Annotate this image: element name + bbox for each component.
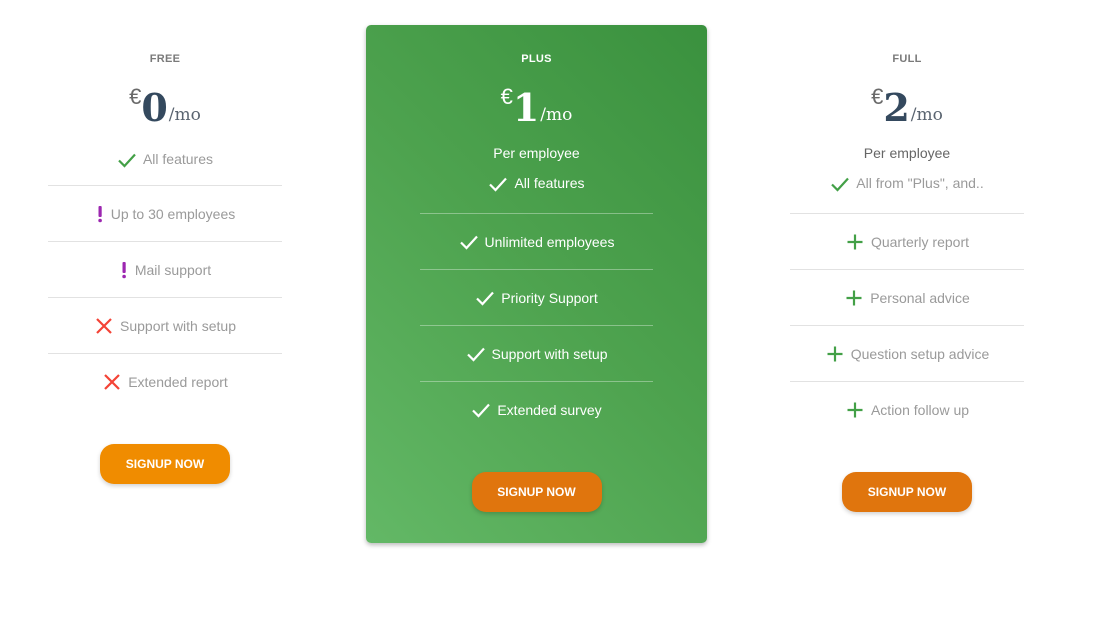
price-amount: 2 bbox=[883, 85, 910, 130]
plan-card-free: FREE € 0 /mo All features Up to 30 emplo… bbox=[48, 25, 282, 484]
feature-label: Extended report bbox=[128, 374, 228, 390]
feature-label: Mail support bbox=[134, 261, 212, 278]
currency-symbol: € bbox=[129, 84, 142, 109]
feature-item: Priority Support bbox=[420, 270, 653, 326]
check-icon bbox=[466, 345, 486, 363]
check-icon bbox=[459, 233, 479, 251]
price-period: /mo bbox=[540, 105, 573, 125]
feature-item: Action follow up bbox=[790, 382, 1024, 438]
plan-price: € 0 /mo bbox=[48, 82, 282, 130]
feature-item: Extended survey bbox=[420, 382, 653, 438]
signup-button-free[interactable]: SIGNUP NOW bbox=[100, 444, 230, 484]
feature-item: Up to 30 employees bbox=[48, 186, 282, 242]
signup-button-plus[interactable]: SIGNUP NOW bbox=[471, 472, 602, 512]
plus-icon bbox=[845, 401, 865, 419]
plan-name: FREE bbox=[149, 53, 181, 65]
feature-item: Quarterly report bbox=[790, 214, 1024, 270]
price-amount: 0 bbox=[141, 85, 168, 130]
feature-label: Up to 30 employees bbox=[110, 205, 236, 222]
feature-label: Personal advice bbox=[870, 289, 970, 306]
plus-icon bbox=[825, 345, 845, 363]
plan-card-plus: PLUS € 1 /mo Per employee All features U… bbox=[366, 25, 707, 543]
feature-item: Extended report bbox=[48, 354, 282, 410]
feature-label: Action follow up bbox=[870, 402, 970, 418]
check-icon bbox=[830, 175, 850, 193]
feature-item: Question setup advice bbox=[790, 326, 1024, 382]
feature-label: Question setup advice bbox=[850, 345, 990, 362]
feature-label: Quarterly report bbox=[870, 233, 970, 250]
feature-item: Mail support bbox=[48, 242, 282, 298]
plan-name: PLUS bbox=[521, 53, 552, 65]
feature-item: Personal advice bbox=[790, 270, 1024, 326]
feature-label: Support with setup bbox=[120, 317, 236, 334]
feature-label: Unlimited employees bbox=[484, 233, 615, 250]
feature-list: All features Unlimited employees Priorit… bbox=[420, 172, 653, 438]
feature-label: Extended survey bbox=[497, 402, 602, 418]
check-icon bbox=[117, 151, 137, 169]
feature-label: All features bbox=[514, 175, 585, 191]
currency-symbol: € bbox=[500, 84, 513, 109]
feature-item: All features bbox=[48, 150, 282, 186]
plus-icon bbox=[845, 233, 865, 251]
currency-symbol: € bbox=[871, 84, 884, 109]
feature-item: Support with setup bbox=[48, 298, 282, 354]
signup-button-full[interactable]: SIGNUP NOW bbox=[842, 472, 972, 512]
feature-item: Support with setup bbox=[420, 326, 653, 382]
feature-item: All features bbox=[420, 172, 653, 214]
feature-list: All features Up to 30 employees Mail sup… bbox=[48, 150, 282, 410]
exclamation-icon bbox=[95, 205, 105, 223]
check-icon bbox=[471, 401, 491, 419]
plan-subtitle: Per employee bbox=[863, 145, 951, 161]
cross-icon bbox=[102, 373, 122, 391]
exclamation-icon bbox=[119, 261, 129, 279]
cross-icon bbox=[94, 317, 114, 335]
check-icon bbox=[488, 175, 508, 193]
feature-list: All from "Plus", and.. Quarterly report … bbox=[790, 172, 1024, 438]
price-period: /mo bbox=[168, 105, 201, 125]
plan-name: FULL bbox=[892, 53, 922, 65]
check-icon bbox=[475, 289, 495, 307]
plan-card-full: FULL € 2 /mo Per employee All from "Plus… bbox=[790, 25, 1024, 512]
plan-subtitle: Per employee bbox=[493, 145, 580, 161]
feature-item: All from "Plus", and.. bbox=[790, 172, 1024, 214]
feature-label: All features bbox=[142, 151, 214, 167]
feature-label: All from "Plus", and.. bbox=[856, 175, 984, 191]
plus-icon bbox=[844, 289, 864, 307]
plan-price: € 2 /mo bbox=[790, 82, 1024, 130]
plan-price: € 1 /mo bbox=[366, 82, 707, 130]
price-amount: 1 bbox=[512, 85, 540, 130]
price-period: /mo bbox=[910, 105, 943, 125]
feature-item: Unlimited employees bbox=[420, 214, 653, 270]
feature-label: Support with setup bbox=[491, 345, 608, 362]
feature-label: Priority Support bbox=[501, 289, 598, 306]
